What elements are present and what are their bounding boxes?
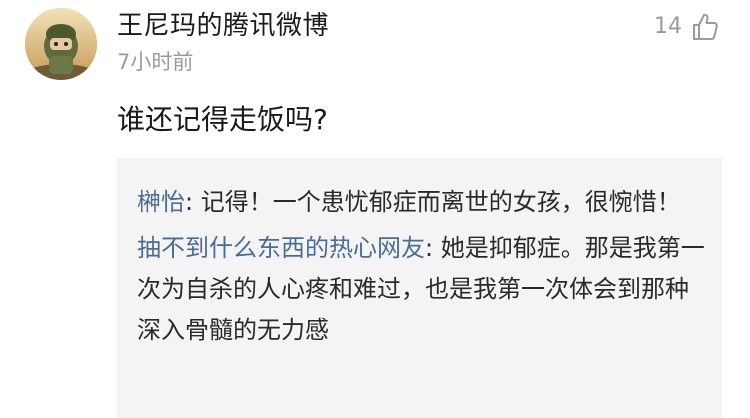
reply-separator: : bbox=[425, 234, 441, 262]
reply-text: 记得！一个患忧郁症而离世的女孩，很惋惜！ bbox=[200, 188, 681, 216]
like-count: 14 bbox=[654, 14, 682, 39]
reply-username[interactable]: 榊怡 bbox=[137, 188, 185, 216]
author-name[interactable]: 王尼玛的腾讯微博 bbox=[117, 8, 329, 44]
reply-username[interactable]: 抽不到什么东西的热心网友 bbox=[137, 234, 425, 262]
reply-item: 榊怡: 记得！一个患忧郁症而离世的女孩，很惋惜！ bbox=[137, 182, 712, 223]
avatar[interactable] bbox=[25, 8, 97, 80]
like-button[interactable]: 14 bbox=[654, 12, 720, 42]
thumbs-up-icon bbox=[693, 13, 718, 40]
avatar-image bbox=[25, 8, 97, 80]
timestamp: 7小时前 bbox=[117, 50, 194, 74]
comment-text: 谁还记得走饭吗? bbox=[117, 103, 328, 136]
reply-item: 抽不到什么东西的热心网友: 她是抑郁症。那是我第一次为自杀的人心疼和难过，也是我… bbox=[137, 228, 712, 351]
reply-panel: 榊怡: 记得！一个患忧郁症而离世的女孩，很惋惜！ 抽不到什么东西的热心网友: 她… bbox=[117, 158, 722, 418]
reply-separator: : bbox=[185, 188, 201, 216]
